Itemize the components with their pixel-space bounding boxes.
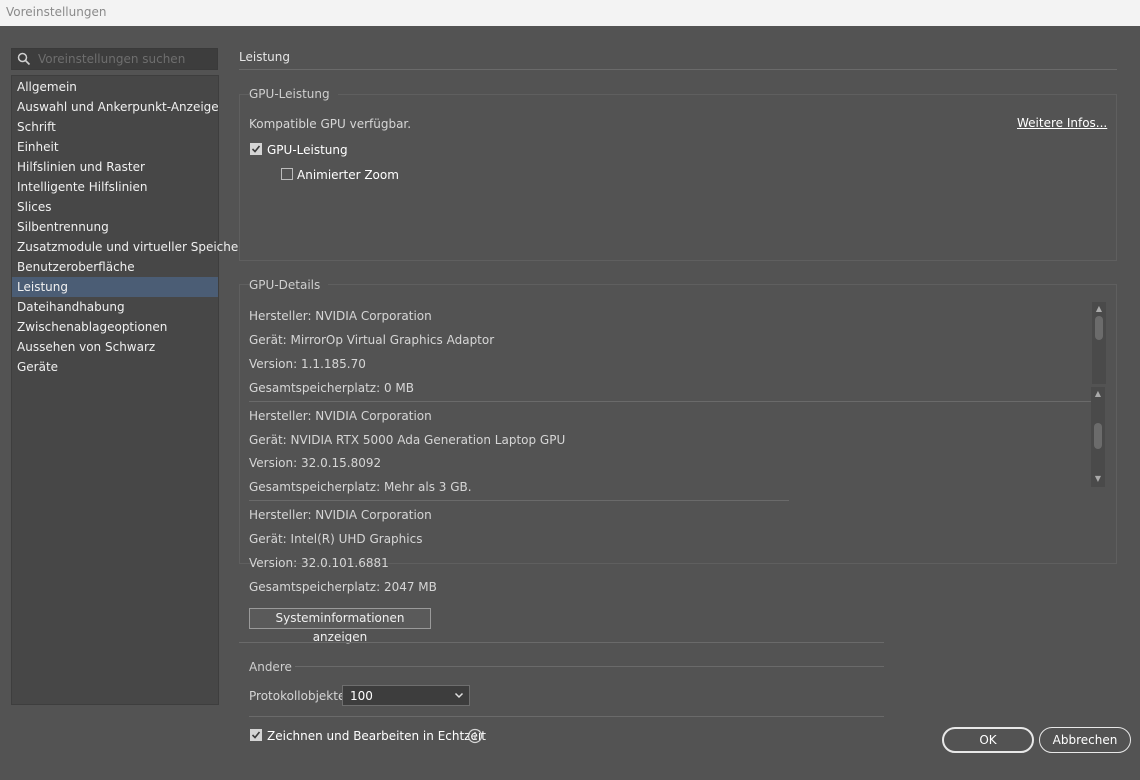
other-group-label: Andere <box>249 660 300 674</box>
gpu1-memory: Gesamtspeicherplatz: 0 MB <box>249 381 414 395</box>
sidebar-item-benutzeroberflaeche[interactable]: Benutzeroberfläche <box>12 257 218 277</box>
realtime-drawing-label[interactable]: Zeichnen und Bearbeiten in Echtzeit <box>267 729 486 743</box>
other-group-line <box>295 666 884 667</box>
sidebar-item-geraete[interactable]: Geräte <box>12 357 218 377</box>
preferences-search[interactable] <box>11 48 218 70</box>
title-bar: Voreinstellungen <box>0 0 1140 26</box>
gpu1-version: Version: 1.1.185.70 <box>249 357 366 371</box>
sidebar-item-dateihandhabung[interactable]: Dateihandhabung <box>12 297 218 317</box>
sidebar-item-zusatzmodule[interactable]: Zusatzmodule und virtueller Speicher <box>12 237 243 257</box>
gpu-performance-checkbox[interactable] <box>250 143 262 155</box>
cancel-button[interactable]: Abbrechen <box>1039 727 1131 753</box>
scroll-up-icon[interactable]: ▲ <box>1093 390 1103 398</box>
sidebar-item-slices[interactable]: Slices <box>12 197 218 217</box>
gpu2-scrollbar[interactable]: ▲ ▼ <box>1091 387 1105 487</box>
sidebar-item-aussehen-schwarz[interactable]: Aussehen von Schwarz <box>12 337 218 357</box>
history-objects-value: 100 <box>350 689 373 703</box>
gpu-details-group <box>239 284 1117 564</box>
gpu-details-bottom-line <box>239 642 884 643</box>
history-objects-label: Protokollobjekte: <box>249 689 350 703</box>
sidebar-item-allgemein[interactable]: Allgemein <box>12 77 218 97</box>
gpu-details-group-label: GPU-Details <box>249 278 329 292</box>
gpu2-vendor: Hersteller: NVIDIA Corporation <box>249 409 432 423</box>
gpu3-vendor: Hersteller: NVIDIA Corporation <box>249 508 432 522</box>
gpu2-version: Version: 32.0.15.8092 <box>249 456 382 470</box>
sidebar-item-schrift[interactable]: Schrift <box>12 117 218 137</box>
gpu3-memory: Gesamtspeicherplatz: 2047 MB <box>249 580 437 594</box>
sidebar-item-zwischenablage[interactable]: Zwischenablageoptionen <box>12 317 218 337</box>
animated-zoom-checkbox-label[interactable]: Animierter Zoom <box>297 168 399 182</box>
sidebar-item-auswahl[interactable]: Auswahl und Ankerpunkt-Anzeige <box>12 97 219 117</box>
realtime-drawing-checkbox[interactable] <box>250 729 262 741</box>
gpu1-vendor: Hersteller: NVIDIA Corporation <box>249 309 432 323</box>
sidebar-item-einheit[interactable]: Einheit <box>12 137 218 157</box>
more-info-link[interactable]: Weitere Infos... <box>1017 116 1107 130</box>
gpu-performance-checkbox-label[interactable]: GPU-Leistung <box>267 143 348 157</box>
scrollbar-thumb[interactable] <box>1094 423 1102 449</box>
gpu-performance-group-label: GPU-Leistung <box>249 87 338 101</box>
sidebar-item-hilfslinien[interactable]: Hilfslinien und Raster <box>12 157 218 177</box>
info-icon[interactable] <box>467 728 483 744</box>
sidebar-item-silbentrennung[interactable]: Silbentrennung <box>12 217 218 237</box>
window-title: Voreinstellungen <box>6 5 107 19</box>
section-divider <box>239 69 1117 70</box>
gpu1-scrollbar[interactable]: ▲ <box>1092 302 1106 384</box>
sidebar-nav: Allgemein Auswahl und Ankerpunkt-Anzeige… <box>11 75 243 705</box>
gpu3-version: Version: 32.0.101.6881 <box>249 556 389 570</box>
ok-button[interactable]: OK <box>942 727 1034 753</box>
scroll-down-icon[interactable]: ▼ <box>1093 475 1103 483</box>
scrollbar-thumb[interactable] <box>1095 316 1103 340</box>
gpu3-device: Gerät: Intel(R) UHD Graphics <box>249 532 423 546</box>
chevron-down-icon <box>453 689 465 701</box>
search-input[interactable] <box>38 51 214 67</box>
animated-zoom-checkbox[interactable] <box>281 168 293 180</box>
gpu-status-text: Kompatible GPU verfügbar. <box>249 117 412 131</box>
gpu2-device: Gerät: NVIDIA RTX 5000 Ada Generation La… <box>249 433 566 447</box>
sidebar-item-leistung[interactable]: Leistung <box>12 277 218 297</box>
history-objects-select[interactable]: 100 <box>342 685 470 706</box>
gpu2-memory: Gesamtspeicherplatz: Mehr als 3 GB. <box>249 480 472 494</box>
page-title: Leistung <box>239 50 290 64</box>
gpu1-device: Gerät: MirrorOp Virtual Graphics Adaptor <box>249 333 495 347</box>
gpu1-separator <box>249 401 1104 402</box>
search-icon <box>17 52 31 66</box>
other-separator <box>249 716 884 717</box>
sidebar-item-intelligente-hilfslinien[interactable]: Intelligente Hilfslinien <box>12 177 218 197</box>
scroll-up-icon[interactable]: ▲ <box>1094 305 1104 313</box>
gpu2-separator <box>249 500 789 501</box>
system-info-button[interactable]: Systeminformationen anzeigen <box>249 608 431 644</box>
